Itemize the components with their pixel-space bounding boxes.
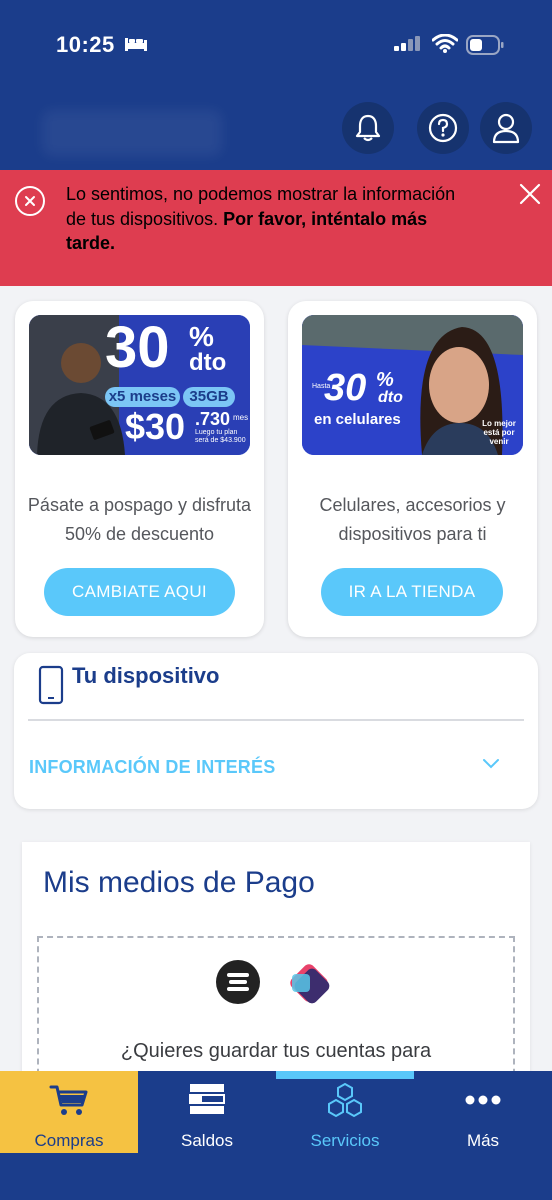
active-tab-indicator <box>276 1071 414 1079</box>
app-logo <box>42 110 222 156</box>
promo-banner-phones: Hasta 30 % dto en celulares Lo mejor est… <box>302 315 523 455</box>
profile-button[interactable] <box>480 102 532 154</box>
nav-compras[interactable]: Compras <box>0 1071 138 1153</box>
interest-info-toggle[interactable]: INFORMACIÓN DE INTERÉS <box>29 757 275 778</box>
bottom-nav: Compras Saldos Servicios Más <box>0 1071 552 1200</box>
notifications-button[interactable] <box>342 102 394 154</box>
wifi-icon <box>432 34 458 53</box>
promo-price: $30 <box>125 406 186 447</box>
promo-dto: dto <box>189 349 227 376</box>
battery-icon <box>466 35 504 55</box>
payment-title: Mis medios de Pago <box>43 866 315 899</box>
hexagons-icon <box>328 1083 362 1118</box>
promo-card-store: Hasta 30 % dto en celulares Lo mejor est… <box>288 301 537 637</box>
cart-icon <box>49 1085 88 1115</box>
nav-label: Saldos <box>181 1131 233 1150</box>
bell-icon <box>355 114 381 142</box>
promo-months: x5 meses <box>105 387 180 407</box>
nav-label: Compras <box>34 1131 104 1150</box>
device-card: Tu dispositivo INFORMACIÓN DE INTERÉS <box>14 653 538 809</box>
help-button[interactable] <box>417 102 469 154</box>
go-to-store-button[interactable]: IR A LA TIENDA <box>321 568 503 616</box>
nav-mas[interactable]: Más <box>414 1071 552 1153</box>
promo-price-cents: .730 <box>195 409 231 429</box>
divider <box>28 719 524 721</box>
sleep-mode-icon <box>125 38 147 51</box>
switch-here-button[interactable]: CAMBIATE AQUI <box>44 568 235 616</box>
stack-icon <box>189 1084 225 1114</box>
close-icon[interactable] <box>518 182 542 206</box>
status-time: 10:25 <box>56 32 115 57</box>
promo-banner-postpaid: 30 % dto x5 meses 35GB $30 .730 mes Lueg… <box>29 315 250 455</box>
payment-methods-card: Mis medios de Pago ¿Quieres guardar tus … <box>22 842 530 1082</box>
promo-pct: 30 <box>105 315 170 380</box>
payment-prompt: ¿Quieres guardar tus cuentas para <box>120 1040 432 1062</box>
nav-saldos[interactable]: Saldos <box>138 1071 276 1153</box>
more-dots-icon <box>465 1095 501 1105</box>
error-icon <box>15 186 45 216</box>
app-header: 10:25 <box>0 0 552 170</box>
promo-description: Pásate a pospago y disfruta 50% de descu… <box>27 495 252 544</box>
nav-label: Más <box>466 1131 500 1150</box>
promo-label: en celulares <box>314 411 401 428</box>
phone-icon <box>38 665 64 705</box>
user-icon <box>492 113 520 144</box>
bank-logo-icon <box>290 964 330 1004</box>
chevron-down-icon[interactable] <box>482 757 500 769</box>
nav-label: Servicios <box>310 1131 380 1150</box>
promo-small: Luego tu plan será de $43.900 <box>195 429 246 444</box>
promo-per: mes <box>233 413 249 422</box>
nav-servicios[interactable]: Servicios <box>276 1071 414 1153</box>
promo-description: Celulares, accesorios y dispositivos par… <box>319 495 506 544</box>
promo-tagline: Lo mejor está por venir <box>482 419 516 446</box>
wallet-logo-icon <box>216 960 260 1004</box>
signal-icon <box>394 36 420 51</box>
promo-gb: 35GB <box>183 387 235 407</box>
device-title: Tu dispositivo <box>72 663 220 688</box>
help-icon <box>428 113 458 143</box>
promo-card-postpaid: 30 % dto x5 meses 35GB $30 .730 mes Lueg… <box>15 301 264 637</box>
alert-message: Lo sentimos, no podemos mostrar la infor… <box>66 182 466 256</box>
promo-pct: 30 <box>324 367 367 409</box>
promo-dto: dto <box>378 389 403 406</box>
